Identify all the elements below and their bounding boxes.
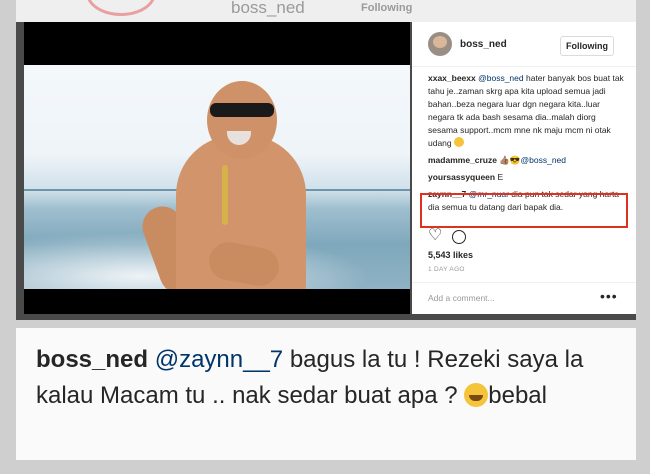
grimace-emoji-icon — [454, 137, 464, 147]
screenshot-frame: boss_ned Following boss_ned Following xx… — [0, 0, 650, 474]
comment-list: xxax_beexx @boss_ned hater banyak bos bu… — [420, 72, 628, 228]
comment-text: E — [495, 172, 504, 182]
gold-chain — [222, 165, 228, 225]
post-header: boss_ned Following — [412, 22, 636, 67]
comment-icon[interactable] — [452, 230, 466, 244]
more-options-icon[interactable]: ••• — [600, 288, 618, 304]
comment-username[interactable]: xxax_beexx — [428, 73, 476, 83]
likes-count[interactable]: 5,543 likes — [428, 250, 473, 260]
comment-username[interactable]: yoursassyqueen — [428, 172, 495, 182]
post-sidebar: boss_ned Following xxax_beexx @boss_ned … — [412, 22, 636, 314]
reply-username[interactable]: boss_ned — [36, 346, 148, 373]
post-author-username[interactable]: boss_ned — [460, 39, 507, 50]
background-username: boss_ned — [231, 0, 305, 17]
comment-item: yoursassyqueen E — [428, 171, 624, 184]
person-head — [207, 81, 277, 159]
add-comment-input[interactable]: Add a comment... — [428, 293, 495, 303]
background-avatar — [86, 0, 156, 16]
post-actions: ♡ — [428, 228, 618, 248]
add-comment-bar: Add a comment... ••• — [412, 282, 636, 315]
post-media — [24, 22, 410, 314]
following-button[interactable]: Following — [560, 36, 614, 56]
reply-mention[interactable]: @zaynn__7 — [155, 346, 283, 373]
post-photo[interactable] — [24, 65, 410, 289]
avatar[interactable] — [428, 32, 452, 56]
red-highlight-box — [420, 193, 628, 228]
sunglasses — [210, 103, 274, 117]
post-modal: boss_ned Following xxax_beexx @boss_ned … — [16, 22, 636, 320]
reply-comment-zoom: boss_ned @zaynn__7 bagus la tu ! Rezeki … — [16, 328, 636, 460]
comment-mention[interactable]: @boss_ned — [478, 73, 524, 83]
reply-tail: bebal — [488, 382, 547, 409]
comment-mention[interactable]: @boss_ned — [521, 155, 567, 165]
comment-item: xxax_beexx @boss_ned hater banyak bos bu… — [428, 72, 624, 150]
comment-item: madamme_cruze 👍🏽😎@boss_ned — [428, 154, 624, 167]
reply-comment: boss_ned @zaynn__7 bagus la tu ! Rezeki … — [36, 342, 626, 414]
comment-text: 👍🏽😎 — [496, 155, 521, 165]
background-following-button: Following — [361, 2, 413, 14]
laughing-emoji-icon — [464, 383, 489, 407]
heart-icon[interactable]: ♡ — [428, 228, 442, 244]
comment-username[interactable]: madamme_cruze — [428, 155, 497, 165]
background-profile-header: boss_ned Following — [16, 0, 636, 22]
post-timestamp: 1 DAY AGO — [428, 266, 465, 273]
